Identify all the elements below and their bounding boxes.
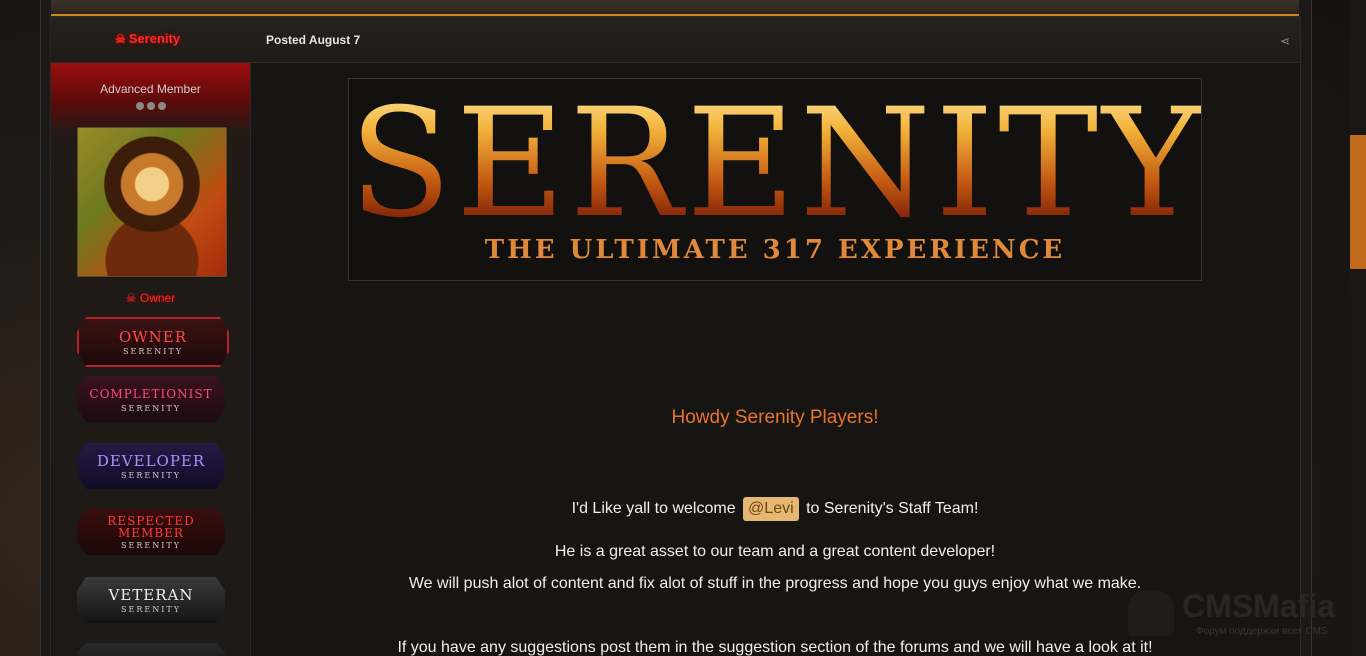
role-label: ☠ Owner — [51, 291, 250, 305]
badge-sub: SERENITY — [121, 540, 181, 550]
welcome-text-end: to Serenity's Staff Team! — [806, 500, 979, 517]
author-name: Serenity — [128, 31, 181, 46]
author-sidebar: Advanced Member ☠ Owner OWNER SERENITY C… — [51, 63, 251, 656]
badge-partial — [77, 643, 225, 656]
serenity-banner-image: SERENITY THE ULTIMATE 317 EXPERIENCE — [348, 78, 1202, 281]
badge-completionist: COMPLETIONIST SERENITY — [77, 376, 225, 422]
badge-sub: SERENITY — [121, 470, 181, 480]
post-headline: Howdy Serenity Players! — [671, 407, 879, 428]
welcome-line: I'd Like yall to welcome @Levi to Sereni… — [251, 497, 1299, 521]
welcome-text: I'd Like yall to welcome — [571, 500, 736, 517]
watermark-tagline: Форум поддержки всех CMS — [1196, 626, 1328, 637]
scrollbar[interactable] — [1350, 0, 1366, 656]
banner-subtitle: THE ULTIMATE 317 EXPERIENCE — [484, 235, 1066, 265]
badge-sub: SERENITY — [121, 604, 181, 614]
post-date: Posted August 7 — [266, 33, 361, 47]
rank-pip — [136, 102, 144, 110]
mention-link[interactable]: @Levi — [743, 497, 799, 521]
rank-pip — [147, 102, 155, 110]
skull-icon: ☠ — [115, 31, 126, 46]
avatar[interactable] — [77, 127, 227, 277]
skull-icon: ☠ — [125, 291, 137, 305]
forum-post: ☠ Serenity Posted August 7 ⋖ Advanced Me… — [50, 16, 1301, 656]
post-header: ☠ Serenity Posted August 7 ⋖ — [51, 17, 1300, 63]
badge-owner: OWNER SERENITY — [77, 317, 229, 367]
member-title: Advanced Member — [100, 82, 201, 96]
watermark: CMSMafia Форум поддержки всех CMS — [1128, 588, 1358, 648]
rank-pip — [158, 102, 166, 110]
badge-label: OWNER — [118, 327, 188, 346]
badge-sub: SERENITY — [121, 403, 181, 413]
rank-pips — [136, 102, 166, 110]
badge-respected-member: RESPECTED MEMBER SERENITY — [77, 509, 225, 555]
role-text: Owner — [139, 291, 176, 305]
badge-veteran: VETERAN SERENITY — [77, 577, 225, 623]
badge-label: DEVELOPER — [96, 451, 206, 470]
share-icon[interactable]: ⋖ — [1280, 34, 1290, 48]
badge-label: VETERAN — [108, 585, 194, 604]
badge-developer: DEVELOPER SERENITY — [77, 443, 225, 489]
mafia-hat-icon — [1128, 590, 1174, 636]
badge-label: COMPLETIONIST — [89, 386, 213, 401]
watermark-brand: CMSMafia — [1182, 588, 1335, 624]
author-link[interactable]: ☠ Serenity — [115, 31, 180, 46]
body-line: He is a great asset to our team and a gr… — [554, 543, 996, 560]
badge-sub: SERENITY — [123, 346, 183, 356]
banner-title: SERENITY — [349, 78, 1202, 251]
top-band — [51, 0, 1299, 16]
scrollbar-thumb[interactable] — [1350, 135, 1366, 269]
post-content: SERENITY THE ULTIMATE 317 EXPERIENCE How… — [251, 63, 1299, 656]
badge-label: RESPECTED MEMBER — [107, 513, 195, 540]
